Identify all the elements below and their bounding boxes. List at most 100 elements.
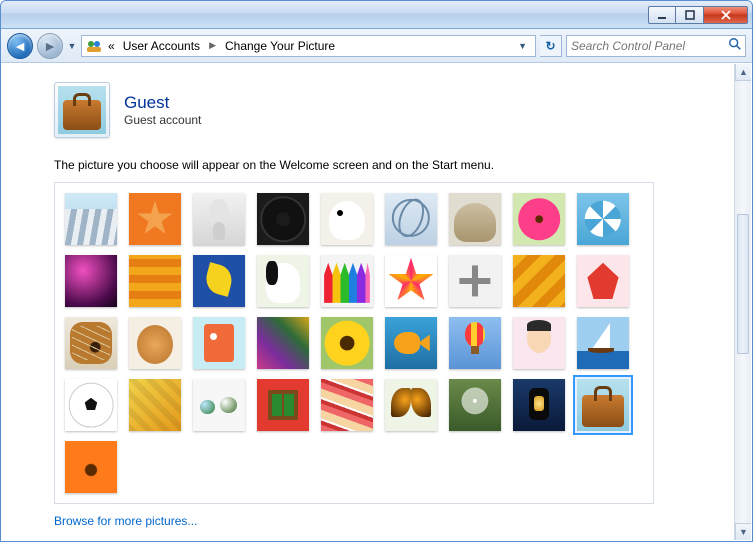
back-arrow-icon: ◄ [13, 38, 27, 54]
ginkgo-icon [193, 255, 245, 307]
origami-icon [577, 255, 629, 307]
breadcrumb-separator[interactable]: ▶ [206, 40, 219, 51]
fabric-icon [257, 317, 309, 369]
picture-option-alien[interactable] [193, 193, 245, 245]
search-box[interactable] [566, 35, 746, 57]
picture-option-sailboat[interactable] [577, 317, 629, 369]
picture-option-fish[interactable] [385, 317, 437, 369]
pomeranian-icon [129, 317, 181, 369]
picture-option-jacks[interactable] [449, 255, 501, 307]
picture-option-window[interactable] [257, 379, 309, 431]
picture-option-lantern[interactable] [513, 379, 565, 431]
picture-option-dandelion[interactable] [449, 379, 501, 431]
picture-option-bordercollie[interactable] [257, 255, 309, 307]
ball-icon [65, 255, 117, 307]
luckycat-icon [321, 193, 373, 245]
picture-option-pinkflower[interactable] [513, 193, 565, 245]
window-icon [257, 379, 309, 431]
record-icon [257, 193, 309, 245]
window-controls [648, 6, 748, 24]
plaid-icon [129, 255, 181, 307]
back-button[interactable]: ◄ [7, 33, 33, 59]
starburst-icon [385, 255, 437, 307]
window-titlebar [1, 1, 752, 29]
breadcrumb-user-accounts[interactable]: User Accounts [121, 39, 202, 53]
refresh-button[interactable]: ↻ [540, 35, 562, 57]
picture-option-pomeranian[interactable] [129, 317, 181, 369]
picture-option-gerbera[interactable] [65, 441, 117, 493]
sunflower-icon [321, 317, 373, 369]
user-name: Guest [124, 93, 201, 113]
scroll-down-button[interactable]: ▼ [735, 523, 751, 540]
picture-option-origami[interactable] [577, 255, 629, 307]
picture-option-gyroscope[interactable] [385, 193, 437, 245]
picture-option-starburst[interactable] [385, 255, 437, 307]
picture-option-luckycat[interactable] [321, 193, 373, 245]
user-account-type: Guest account [124, 113, 201, 127]
dandelion-icon [449, 379, 501, 431]
soccer-icon [65, 379, 117, 431]
picture-option-kitten[interactable] [449, 193, 501, 245]
refresh-icon: ↻ [545, 39, 555, 53]
sailboat-icon [577, 317, 629, 369]
user-meta: Guest Guest account [124, 93, 201, 127]
picture-option-marbles[interactable] [193, 379, 245, 431]
picture-option-crayons[interactable] [321, 255, 373, 307]
picture-option-plaid[interactable] [129, 255, 181, 307]
doll-icon [513, 317, 565, 369]
forward-button[interactable]: ► [37, 33, 63, 59]
balloon-icon [449, 317, 501, 369]
address-bar[interactable]: « User Accounts ▶ Change Your Picture ▼ [81, 35, 536, 57]
tile-icon [129, 379, 181, 431]
robot-icon [193, 317, 245, 369]
picture-option-ball[interactable] [65, 255, 117, 307]
forward-arrow-icon: ► [43, 38, 57, 54]
butterfly-icon [385, 379, 437, 431]
content-area: Guest Guest account The picture you choo… [2, 64, 734, 540]
search-input[interactable] [571, 39, 728, 53]
minimize-button[interactable] [648, 6, 676, 24]
minimize-icon [657, 10, 667, 20]
browse-more-pictures-link[interactable]: Browse for more pictures... [54, 514, 197, 528]
picture-option-balloon[interactable] [449, 317, 501, 369]
navigation-bar: ◄ ► ▼ « User Accounts ▶ Change Your Pict… [1, 29, 752, 63]
picture-option-ginkgo[interactable] [193, 255, 245, 307]
user-accounts-icon [86, 38, 102, 54]
picture-option-record[interactable] [257, 193, 309, 245]
picture-option-textile[interactable] [321, 379, 373, 431]
maximize-icon [685, 10, 695, 20]
breadcrumb-prefix: « [106, 39, 117, 53]
picture-option-starfish[interactable] [129, 193, 181, 245]
marbles-icon [193, 379, 245, 431]
close-button[interactable] [704, 6, 748, 24]
pinwheel-icon [577, 193, 629, 245]
pinkflower-icon [513, 193, 565, 245]
picture-option-tile[interactable] [129, 379, 181, 431]
picture-option-sunflower[interactable] [321, 317, 373, 369]
nav-history-dropdown[interactable]: ▼ [67, 41, 77, 51]
picture-option-soccer[interactable] [65, 379, 117, 431]
picture-option-robot[interactable] [193, 317, 245, 369]
picture-option-pinwheel[interactable] [577, 193, 629, 245]
picture-option-fabric[interactable] [257, 317, 309, 369]
guitar-icon [65, 317, 117, 369]
picture-option-stairs[interactable] [513, 255, 565, 307]
search-icon[interactable] [728, 37, 742, 54]
stairs-icon [513, 255, 565, 307]
vertical-scrollbar[interactable]: ▲ ▼ [734, 64, 751, 540]
lantern-icon [513, 379, 565, 431]
rollercoaster-icon [65, 193, 117, 245]
scroll-up-button[interactable]: ▲ [735, 64, 751, 81]
breadcrumb-change-picture[interactable]: Change Your Picture [223, 39, 337, 53]
picture-option-rollercoaster[interactable] [65, 193, 117, 245]
maximize-button[interactable] [676, 6, 704, 24]
picture-option-doll[interactable] [513, 317, 565, 369]
address-dropdown[interactable]: ▼ [514, 41, 531, 51]
picture-option-guitar[interactable] [65, 317, 117, 369]
scroll-thumb[interactable] [737, 214, 749, 354]
picture-option-suitcase[interactable] [577, 379, 629, 431]
fish-icon [385, 317, 437, 369]
picture-option-butterfly[interactable] [385, 379, 437, 431]
crayons-icon [321, 255, 373, 307]
gerbera-icon [65, 441, 117, 493]
